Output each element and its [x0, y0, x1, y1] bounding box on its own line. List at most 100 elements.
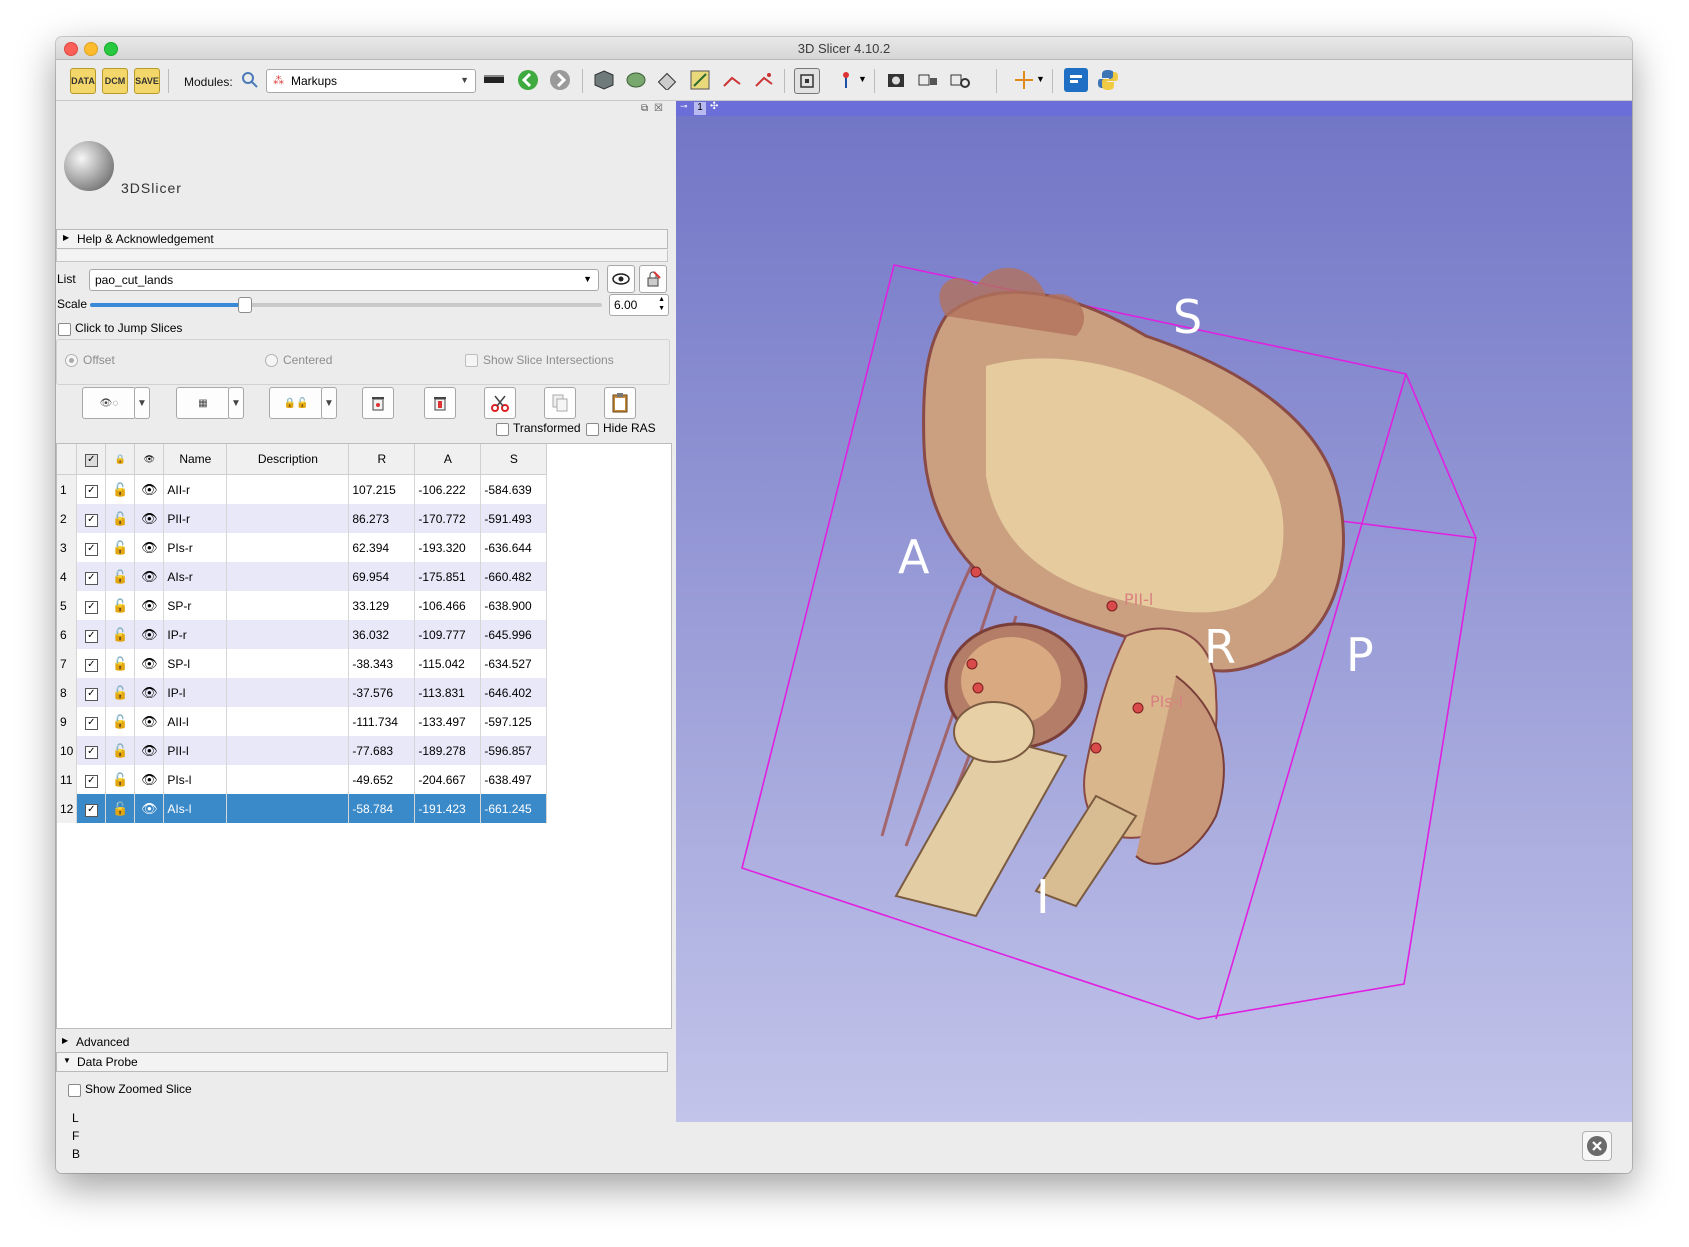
click-to-jump-checkbox[interactable]	[58, 323, 71, 336]
module-search-icon[interactable]	[238, 68, 262, 92]
center-view-icon[interactable]	[794, 68, 820, 94]
extensions-icon[interactable]	[948, 68, 972, 92]
point-description[interactable]	[226, 562, 350, 591]
selected-column-header[interactable]: ✓	[76, 444, 107, 475]
paste-button[interactable]	[604, 387, 636, 419]
row-selected-cell[interactable]: ✓	[76, 591, 107, 620]
point-name[interactable]: PIs-r	[163, 533, 228, 562]
row-visibility-cell[interactable]: 👁	[134, 736, 165, 765]
name-column-header[interactable]: Name	[163, 444, 228, 475]
table-row[interactable]: 1 ✓ 🔓 👁 AII-r 107.215 -106.222 -584.639	[57, 474, 548, 504]
undock-icon[interactable]: ⧉	[641, 103, 648, 114]
point-a[interactable]: -175.851	[414, 562, 482, 591]
close-panel-icon[interactable]: ☒	[654, 103, 663, 114]
point-name[interactable]: AII-r	[163, 474, 228, 504]
row-selected-cell[interactable]: ✓	[76, 707, 107, 736]
point-r[interactable]: -111.734	[348, 707, 416, 736]
spin-arrows-icon[interactable]: ▲ ▼	[658, 295, 665, 313]
scale-spinbox[interactable]: 6.00 ▲ ▼	[609, 294, 669, 316]
centered-radio[interactable]	[265, 354, 278, 367]
point-r[interactable]: -38.343	[348, 649, 416, 678]
table-row[interactable]: 2 ✓ 🔓 👁 PII-r 86.273 -170.772 -591.493	[57, 504, 548, 533]
row-lock-cell[interactable]: 🔓	[105, 474, 136, 504]
row-visibility-cell[interactable]: 👁	[134, 533, 165, 562]
row-selected-checkbox[interactable]: ✓	[84, 542, 98, 556]
row-selected-cell[interactable]: ✓	[76, 620, 107, 649]
selection-menu-button[interactable]: ▦	[176, 387, 230, 419]
row-selected-checkbox[interactable]: ✓	[84, 774, 98, 788]
point-r[interactable]: -49.652	[348, 765, 416, 794]
point-s[interactable]: -646.402	[480, 678, 548, 707]
point-s[interactable]: -584.639	[480, 474, 548, 504]
offset-radio[interactable]	[65, 354, 78, 367]
delete-point-button[interactable]	[362, 387, 394, 419]
point-a[interactable]: -106.222	[414, 474, 482, 504]
point-r[interactable]: -58.784	[348, 794, 416, 823]
point-description[interactable]	[226, 794, 350, 823]
point-name[interactable]: PII-l	[163, 736, 228, 765]
screenshot-icon[interactable]	[884, 68, 908, 92]
list-visibility-button[interactable]	[607, 265, 635, 293]
chevron-down-icon[interactable]: ▼	[1036, 74, 1045, 84]
cut-button[interactable]	[484, 387, 516, 419]
point-name[interactable]: SP-r	[163, 591, 228, 620]
row-selected-checkbox[interactable]: ✓	[84, 745, 98, 759]
row-selected-checkbox[interactable]: ✓	[84, 513, 98, 527]
row-visibility-cell[interactable]: 👁	[134, 707, 165, 736]
row-lock-cell[interactable]: 🔓	[105, 736, 136, 765]
module-selector[interactable]: ⁂ Markups ▼	[266, 69, 476, 93]
row-lock-cell[interactable]: 🔓	[105, 707, 136, 736]
point-a[interactable]: -109.777	[414, 620, 482, 649]
point-description[interactable]	[226, 736, 350, 765]
point-s[interactable]: -661.245	[480, 794, 548, 823]
row-visibility-cell[interactable]: 👁	[134, 794, 165, 823]
row-selected-checkbox[interactable]: ✓	[84, 658, 98, 672]
lock-menu-button[interactable]: 🔒🔓	[269, 387, 323, 419]
table-row[interactable]: 11 ✓ 🔓 👁 PIs-l -49.652 -204.667 -638.497	[57, 765, 548, 794]
point-a[interactable]: -170.772	[414, 504, 482, 533]
row-selected-cell[interactable]: ✓	[76, 533, 107, 562]
delete-all-button[interactable]	[424, 387, 456, 419]
row-visibility-cell[interactable]: 👁	[134, 562, 165, 591]
list-selector[interactable]: pao_cut_lands ▼	[89, 269, 599, 291]
help-section-header[interactable]: ▶ Help & Acknowledgement	[56, 229, 668, 249]
point-r[interactable]: 62.394	[348, 533, 416, 562]
table-row[interactable]: 3 ✓ 🔓 👁 PIs-r 62.394 -193.320 -636.644	[57, 533, 548, 562]
editor-icon[interactable]	[688, 68, 712, 92]
point-description[interactable]	[226, 474, 350, 504]
lock-column-header[interactable]: 🔒	[105, 444, 136, 475]
layout-menu-icon[interactable]	[482, 68, 506, 92]
scene-view-icon[interactable]	[916, 68, 940, 92]
row-visibility-cell[interactable]: 👁	[134, 620, 165, 649]
show-zoomed-slice-checkbox[interactable]	[68, 1084, 81, 1097]
point-name[interactable]: IP-l	[163, 678, 228, 707]
fiducial-place-icon[interactable]	[836, 68, 860, 92]
hide-ras-checkbox[interactable]	[586, 423, 599, 436]
table-row[interactable]: 9 ✓ 🔓 👁 AII-l -111.734 -133.497 -597.125	[57, 707, 548, 736]
error-log-button[interactable]	[1582, 1131, 1612, 1161]
point-name[interactable]: PIs-l	[163, 765, 228, 794]
row-selected-cell[interactable]: ✓	[76, 678, 107, 707]
row-selected-cell[interactable]: ✓	[76, 474, 107, 504]
extension-manager-icon[interactable]	[1064, 68, 1088, 92]
copy-button[interactable]	[544, 387, 576, 419]
point-s[interactable]: -591.493	[480, 504, 548, 533]
table-row[interactable]: 8 ✓ 🔓 👁 IP-l -37.576 -113.831 -646.402	[57, 678, 548, 707]
point-name[interactable]: AIs-r	[163, 562, 228, 591]
row-lock-cell[interactable]: 🔓	[105, 678, 136, 707]
point-description[interactable]	[226, 707, 350, 736]
row-lock-cell[interactable]: 🔓	[105, 620, 136, 649]
row-selected-cell[interactable]: ✓	[76, 765, 107, 794]
point-s[interactable]: -636.644	[480, 533, 548, 562]
row-selected-checkbox[interactable]: ✓	[84, 600, 98, 614]
point-r[interactable]: 36.032	[348, 620, 416, 649]
point-s[interactable]: -634.527	[480, 649, 548, 678]
table-row[interactable]: 6 ✓ 🔓 👁 IP-r 36.032 -109.777 -645.996	[57, 620, 548, 649]
row-lock-cell[interactable]: 🔓	[105, 649, 136, 678]
3d-view[interactable]: PII-l PIs-l S A R P I	[676, 116, 1632, 1122]
table-row[interactable]: 10 ✓ 🔓 👁 PII-l -77.683 -189.278 -596.857	[57, 736, 548, 765]
point-a[interactable]: -115.042	[414, 649, 482, 678]
visibility-dropdown[interactable]: ▼	[134, 387, 150, 419]
row-selected-cell[interactable]: ✓	[76, 649, 107, 678]
point-description[interactable]	[226, 591, 350, 620]
